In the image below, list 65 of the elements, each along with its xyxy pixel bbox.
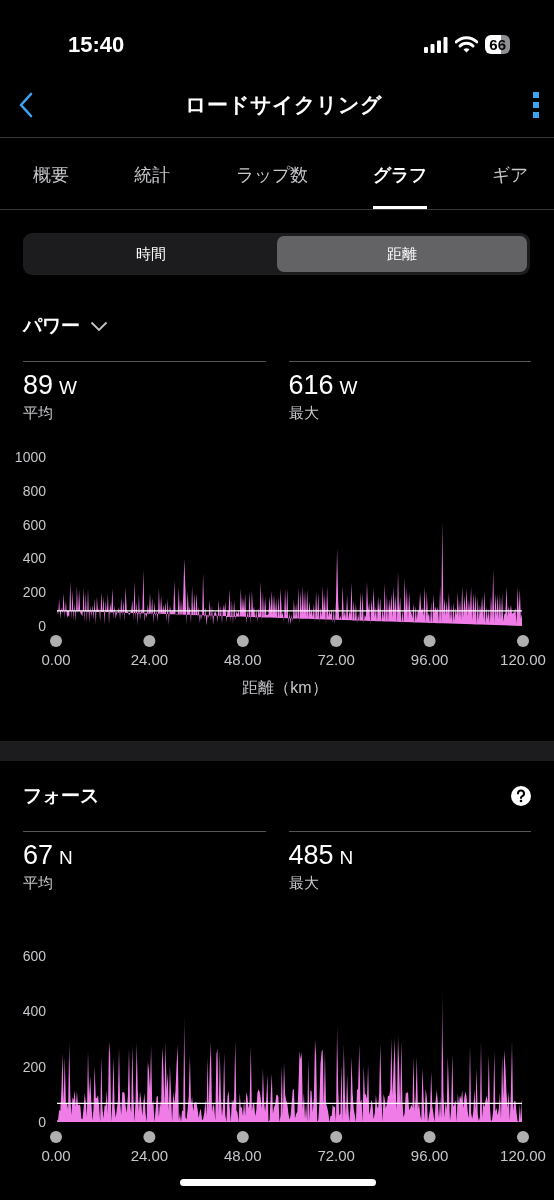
y-axis-label: 200 (22, 1058, 46, 1075)
x-axis-label: 24.00 (130, 1147, 169, 1164)
battery-indicator: 66 (485, 35, 510, 54)
back-icon[interactable] (18, 91, 34, 118)
axis-dot (143, 635, 156, 647)
signal-icon (424, 36, 449, 53)
x-axis-label: 120.00 (500, 1147, 546, 1164)
y-axis-label: 400 (22, 1003, 46, 1020)
y-axis-label: 0 (38, 1114, 46, 1130)
stat-label: 最大 (288, 873, 320, 893)
axis-dot (50, 635, 62, 647)
x-axis-label: 120.00 (500, 651, 546, 668)
y-axis-label: 200 (22, 584, 46, 601)
segment-button[interactable]: 距離 (276, 236, 527, 272)
x-axis-label: 48.00 (224, 651, 262, 668)
x-axis-label: 48.00 (224, 1147, 262, 1164)
tab[interactable]: ラップ数 (235, 138, 308, 209)
tab[interactable]: 統計 (134, 138, 171, 209)
x-axis-label: 0.00 (41, 651, 71, 668)
stat-unit: N (339, 846, 354, 870)
axis-dot (423, 635, 436, 647)
axis-dot (517, 635, 529, 647)
stat-label: 平均 (23, 873, 54, 893)
y-axis-label: 600 (22, 516, 46, 533)
x-axis-label: 24.00 (130, 651, 169, 668)
y-axis-label: 800 (22, 482, 46, 499)
axis-dot (236, 1131, 249, 1143)
y-axis-label: 0 (38, 618, 46, 634)
y-axis-label: 600 (22, 948, 46, 964)
chevron-down-icon[interactable] (90, 320, 108, 332)
more-icon[interactable] (532, 91, 540, 118)
stat-label: 平均 (23, 403, 54, 423)
axis-dot (143, 1131, 156, 1143)
stat-unit: N (59, 846, 73, 870)
axis-dot (236, 635, 249, 647)
y-axis-label: 400 (22, 550, 46, 567)
stat-value: 616 (288, 370, 334, 400)
x-axis-label: 72.00 (317, 1147, 355, 1164)
status-time: 15:40 (68, 32, 125, 58)
stat-unit: W (339, 376, 358, 400)
stat-value: 67 (23, 840, 54, 870)
axis-title: 距離（km） (242, 679, 328, 696)
section-title: フォース (23, 784, 99, 808)
wifi-icon (455, 36, 479, 53)
axis-dot (50, 1131, 62, 1143)
tab[interactable]: グラフ (372, 138, 427, 209)
axis-dot (330, 1131, 343, 1143)
segment-button[interactable]: 時間 (26, 236, 277, 272)
stat-value: 485 (288, 840, 334, 870)
x-axis-label: 96.00 (410, 651, 449, 668)
x-axis-label: 0.00 (41, 1147, 71, 1164)
stat-unit: W (59, 376, 77, 400)
stat-label: 最大 (288, 403, 320, 423)
help-icon[interactable] (511, 786, 531, 806)
axis-dot (423, 1131, 436, 1143)
axis-dot (517, 1131, 529, 1143)
y-axis-label: 1000 (14, 449, 46, 465)
section-title[interactable]: パワー (23, 313, 80, 339)
tab[interactable]: ギア (492, 138, 528, 209)
axis-dot (330, 635, 343, 647)
stat-value: 89 (23, 370, 54, 400)
x-axis-label: 96.00 (410, 1147, 449, 1164)
tab[interactable]: 概要 (33, 138, 69, 209)
screen-title: ロードサイクリング (184, 91, 382, 118)
x-axis-label: 72.00 (317, 651, 355, 668)
